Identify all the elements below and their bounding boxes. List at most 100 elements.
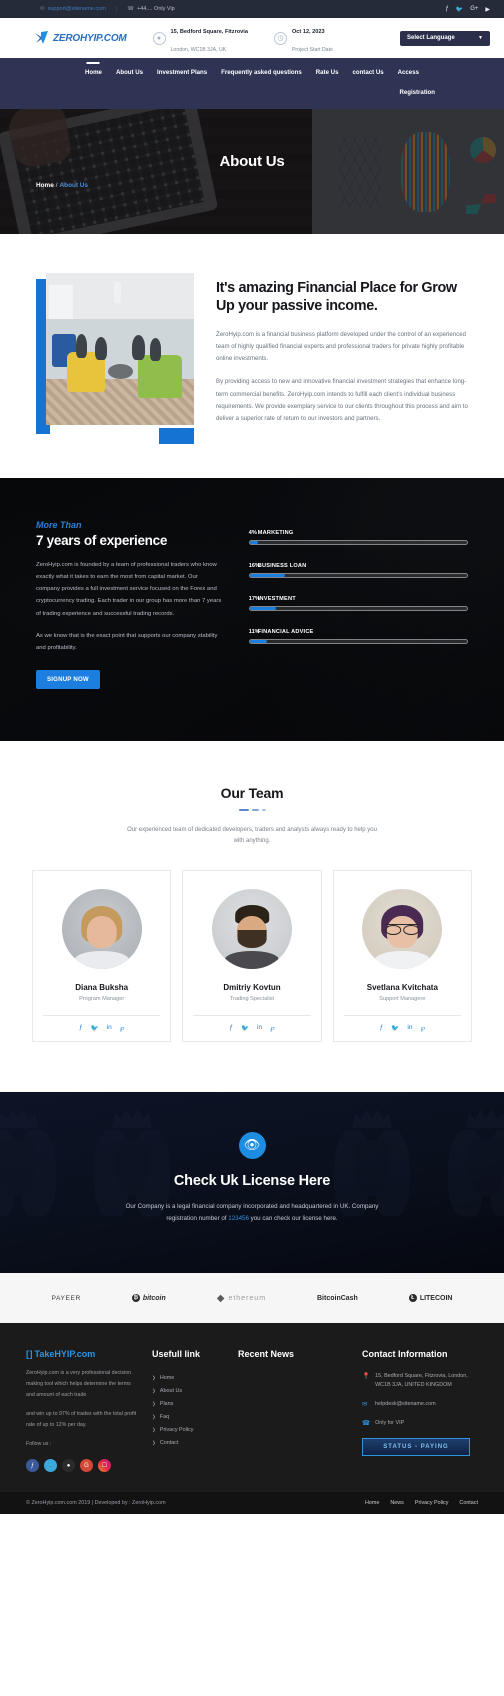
google-plus-icon[interactable]: G bbox=[80, 1459, 93, 1472]
separator: | bbox=[115, 6, 118, 12]
footer-link-faq[interactable]: ❯ Faq bbox=[152, 1411, 224, 1424]
twitter-icon[interactable]: 🐦 bbox=[241, 1024, 249, 1032]
footer-logo-mark-icon: [ ] bbox=[26, 1349, 32, 1360]
footer-about-column: [ ] TakeHYIP.com ZeroHyip.com is a very … bbox=[26, 1349, 138, 1472]
site-logo[interactable]: ZEROHYIP.COM bbox=[34, 30, 127, 46]
bitcoin-icon: ₿ bbox=[131, 1294, 140, 1303]
twitter-icon[interactable]: 🐦 bbox=[91, 1024, 99, 1032]
footer-logo[interactable]: [ ] TakeHYIP.com bbox=[26, 1349, 138, 1359]
nav-item-rate-us[interactable]: Rate Us bbox=[309, 66, 346, 79]
twitter-icon[interactable]: 🐦 bbox=[44, 1459, 57, 1472]
pinterest-icon[interactable]: ℘ bbox=[420, 1024, 425, 1032]
footer-socials: ƒ 🐦 ● G ☐ bbox=[26, 1459, 138, 1472]
github-icon[interactable]: ● bbox=[62, 1459, 75, 1472]
payment-payeer[interactable]: PAYEER bbox=[51, 1295, 80, 1302]
bottom-link-home[interactable]: Home bbox=[365, 1500, 379, 1506]
experience-paragraph-2: As we know that is the exact point that … bbox=[36, 632, 218, 651]
linkedin-icon[interactable]: in bbox=[257, 1024, 262, 1032]
experience-section: More Than 7 years of experience ZeroHyip… bbox=[0, 478, 504, 741]
footer-contact-email[interactable]: ✉ helpdesk@sitename.com bbox=[362, 1400, 478, 1410]
team-member-socials: ƒ 🐦 in ℘ bbox=[193, 1014, 311, 1041]
phone-text: +44.... Only Vip bbox=[137, 6, 175, 12]
signup-now-button[interactable]: SIGNUP NOW bbox=[36, 669, 100, 689]
person-graphic bbox=[94, 336, 107, 360]
nav-item-investment-plans[interactable]: Investment Plans bbox=[150, 66, 214, 79]
skill-label: FINANCIAL ADVICE bbox=[257, 629, 314, 636]
pinterest-icon[interactable]: ℘ bbox=[120, 1024, 125, 1032]
nav-item-contact-us[interactable]: contact Us bbox=[345, 66, 390, 79]
facebook-icon[interactable]: ƒ bbox=[26, 1459, 39, 1472]
phone-contact[interactable]: ☎ +44.... Only Vip bbox=[127, 6, 175, 12]
bitcoincash-label: BitcoinCash bbox=[317, 1294, 358, 1302]
language-select-label: Select Language bbox=[407, 35, 455, 41]
status-badge[interactable]: STATUS - PAYING bbox=[362, 1438, 470, 1457]
footer-useful-links-column: Usefull link ❯ Home ❯ About Us ❯ Plans ❯ Faq… bbox=[152, 1349, 224, 1472]
instagram-icon[interactable]: ☐ bbox=[98, 1459, 111, 1472]
footer-link-contact[interactable]: ❯ Contact bbox=[152, 1437, 224, 1450]
nav-item-faq[interactable]: Frequently asked questions bbox=[214, 66, 309, 79]
facebook-icon[interactable]: ƒ bbox=[445, 6, 448, 12]
footer-news-title: Recent News bbox=[238, 1349, 295, 1360]
linkedin-icon[interactable]: in bbox=[407, 1024, 412, 1032]
facebook-icon[interactable]: ƒ bbox=[380, 1024, 384, 1032]
skill-investment: 17% INVESTMENT bbox=[248, 596, 468, 612]
language-select[interactable]: Select Language ▼ bbox=[400, 30, 490, 46]
bottom-link-contact[interactable]: Contact bbox=[459, 1500, 478, 1506]
payment-litecoin[interactable]: Ł LITECOIN bbox=[408, 1294, 452, 1303]
team-card[interactable]: Svetlana Kvitchata Support Managere ƒ 🐦 … bbox=[332, 869, 472, 1042]
twitter-icon[interactable]: 🐦 bbox=[391, 1024, 399, 1032]
team-member-name: Dmitriy Kovtun bbox=[223, 982, 281, 992]
linkedin-icon[interactable]: in bbox=[107, 1024, 112, 1032]
footer-link-label: About Us bbox=[159, 1388, 183, 1395]
top-bar-socials: ƒ 🐦 G+ ▶ bbox=[445, 6, 490, 13]
progress-fill bbox=[249, 640, 268, 644]
license-number[interactable]: 123456 bbox=[228, 1215, 249, 1222]
eye-icon[interactable]: 👁 bbox=[238, 1131, 266, 1159]
chevron-right-icon: ❯ bbox=[152, 1401, 156, 1407]
bottom-link-news[interactable]: News bbox=[390, 1500, 403, 1506]
chevron-right-icon: ❯ bbox=[152, 1427, 156, 1433]
nav-item-home[interactable]: Home bbox=[78, 66, 109, 79]
email-contact[interactable]: ✉ support@sitename.com bbox=[40, 6, 106, 12]
team-subtitle: Our experienced team of dedicated develo… bbox=[127, 826, 377, 845]
ethereum-label: ethereum bbox=[228, 1294, 267, 1302]
license-heading: Check Uk License Here bbox=[173, 1172, 331, 1189]
skills-block: 4% MARKETING 16% BUSINESS LOAN 17% INVES… bbox=[248, 520, 468, 689]
team-member-role: Trading Specialist bbox=[229, 995, 275, 1002]
person-graphic bbox=[149, 338, 162, 362]
team-card[interactable]: Diana Buksha Program Manager ƒ 🐦 in ℘ bbox=[32, 869, 172, 1042]
nav-item-about-us[interactable]: About Us bbox=[109, 66, 150, 79]
nav-item-access[interactable]: Access bbox=[391, 66, 426, 79]
avatar bbox=[211, 888, 292, 969]
payment-bitcoin[interactable]: ₿ bitcoin bbox=[131, 1294, 166, 1303]
facebook-icon[interactable]: ƒ bbox=[229, 1024, 233, 1032]
nav-item-registration[interactable]: Registration bbox=[392, 86, 442, 99]
google-plus-icon[interactable]: G+ bbox=[470, 6, 478, 12]
breadcrumb-separator: / bbox=[55, 182, 58, 189]
footer-link-label: Privacy Policy bbox=[159, 1427, 194, 1434]
footer-link-home[interactable]: ❯ Home bbox=[152, 1372, 224, 1385]
license-text-after: you can check our license here. bbox=[248, 1215, 338, 1223]
payment-bitcoincash[interactable]: BitcoinCash bbox=[317, 1295, 358, 1302]
license-text: Our Company is a legal financial company… bbox=[111, 1201, 393, 1226]
phone-icon: ☎ bbox=[127, 6, 135, 12]
chevron-down-icon: ▼ bbox=[478, 35, 483, 41]
payment-methods-bar: PAYEER ₿ bitcoin ◆ ethereum BitcoinCash … bbox=[0, 1273, 504, 1324]
bottom-link-privacy-policy[interactable]: Privacy Policy bbox=[415, 1500, 449, 1506]
twitter-icon[interactable]: 🐦 bbox=[456, 6, 463, 13]
breadcrumb-home[interactable]: Home bbox=[36, 182, 54, 189]
pinterest-icon[interactable]: ℘ bbox=[270, 1024, 275, 1032]
skill-business-loan: 16% BUSINESS LOAN bbox=[248, 563, 468, 579]
shoulders-graphic bbox=[224, 951, 280, 969]
facebook-icon[interactable]: ƒ bbox=[79, 1024, 83, 1032]
payment-ethereum[interactable]: ◆ ethereum bbox=[217, 1293, 266, 1304]
footer-link-plans[interactable]: ❯ Plans bbox=[152, 1398, 224, 1411]
footer-link-privacy-policy[interactable]: ❯ Privacy Policy bbox=[152, 1424, 224, 1437]
team-card[interactable]: Dmitriy Kovtun Trading Specialist ƒ 🐦 in… bbox=[182, 869, 322, 1042]
bottom-bar: © ZeroHyip.com.com 2019 | Developed by :… bbox=[0, 1492, 504, 1514]
avatar bbox=[362, 888, 443, 969]
bottom-bar-links: Home News Privacy Policy Contact bbox=[365, 1500, 478, 1506]
about-paragraph-2: By providing access to new and innovativ… bbox=[216, 378, 468, 422]
footer-link-about-us[interactable]: ❯ About Us bbox=[152, 1385, 224, 1398]
youtube-icon[interactable]: ▶ bbox=[485, 6, 490, 13]
